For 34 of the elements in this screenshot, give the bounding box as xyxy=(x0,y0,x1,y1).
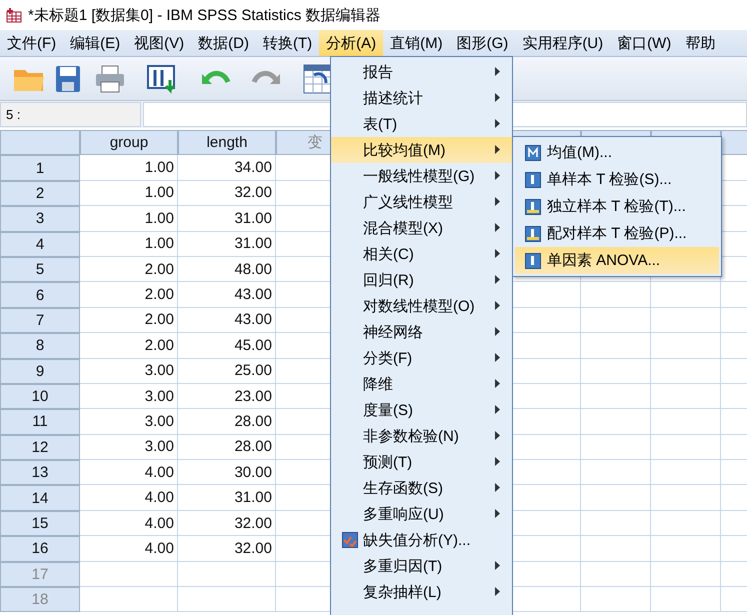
table-cell: 34.00 xyxy=(178,155,276,181)
table-cell: 3.00 xyxy=(80,384,178,410)
table-cell: 25.00 xyxy=(178,358,276,384)
table-cell: 4.00 xyxy=(80,485,178,511)
table-cell: 48.00 xyxy=(178,256,276,282)
table-cell: 32.00 xyxy=(178,510,276,536)
table-cell: 32.00 xyxy=(178,180,276,206)
table-cell: 4.00 xyxy=(80,460,178,486)
table-cell: 31.00 xyxy=(178,485,276,511)
table-cell: 3.00 xyxy=(80,358,178,384)
window-title: *未标题1 [数据集0] - IBM SPSS Statistics 数据编辑器 xyxy=(28,6,381,24)
table-cell: 45.00 xyxy=(178,333,276,359)
table-cell: 1.00 xyxy=(80,206,178,232)
table-cell: 1.00 xyxy=(80,180,178,206)
table-cell: 28.00 xyxy=(178,409,276,435)
table-cell: 3.00 xyxy=(80,409,178,435)
table-cell: 2.00 xyxy=(80,256,178,282)
table-cell: 1.00 xyxy=(80,232,178,257)
table-cell: 4.00 xyxy=(80,536,178,562)
table-cell: 32.00 xyxy=(178,536,276,562)
cell-reference: 5 : xyxy=(0,102,141,127)
table-cell: 28.00 xyxy=(178,434,276,460)
table-cell: 3.00 xyxy=(80,434,178,460)
table-cell: 2.00 xyxy=(80,282,178,308)
table-cell: 43.00 xyxy=(178,282,276,308)
table-cell: 30.00 xyxy=(178,460,276,486)
table-cell: 31.00 xyxy=(178,206,276,232)
table-cell: 1.00 xyxy=(80,155,178,181)
table-cell: 2.00 xyxy=(80,308,178,334)
table-cell: 23.00 xyxy=(178,384,276,410)
table-cell: 43.00 xyxy=(178,308,276,334)
table-cell: 2.00 xyxy=(80,333,178,359)
table-cell: 31.00 xyxy=(178,232,276,257)
table-cell: 4.00 xyxy=(80,510,178,536)
